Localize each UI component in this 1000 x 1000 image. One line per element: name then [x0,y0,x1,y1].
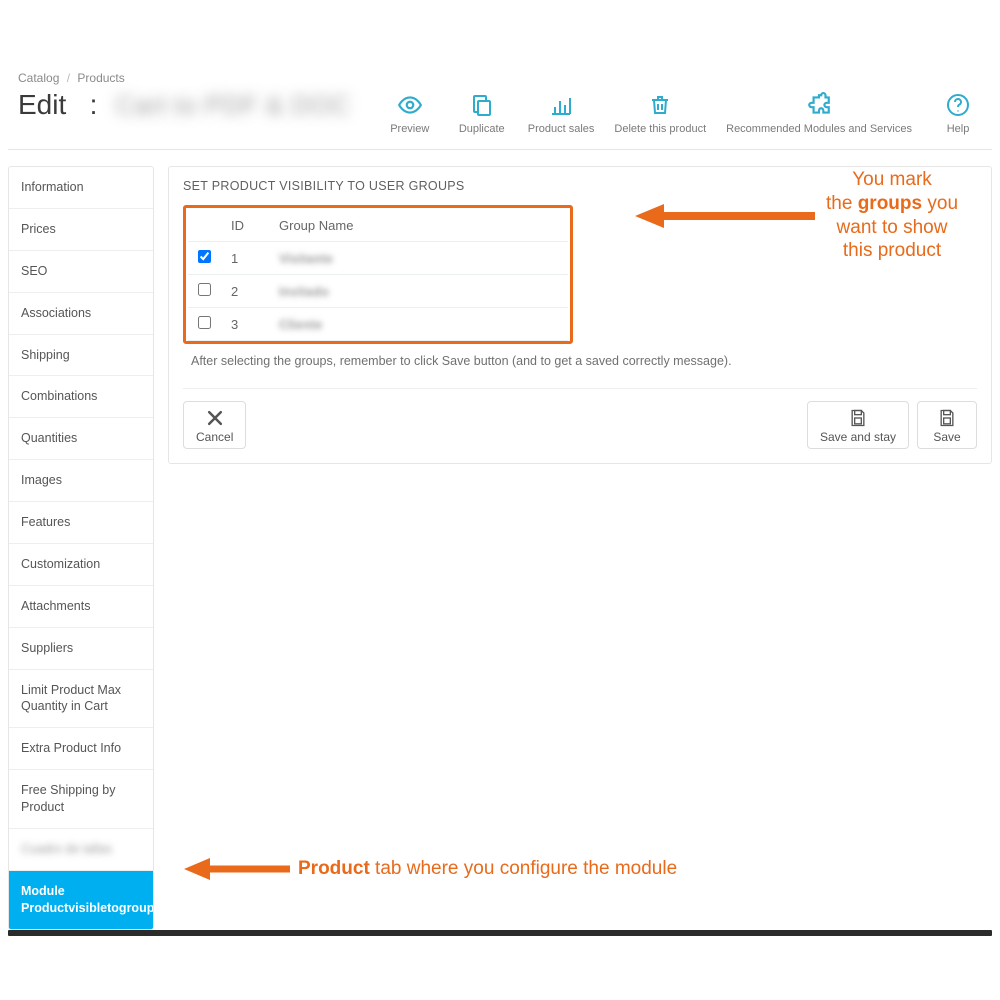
tab-information[interactable]: Information [9,167,153,209]
panel-action-bar: Cancel Save and stay Save [183,388,977,449]
browser-chrome-placeholder [0,0,1000,65]
page-header: Edit : Cart to PDF & DOC Preview Duplica… [8,89,992,150]
close-icon [205,408,225,428]
annotation-groups: You mark the groups you want to show thi… [630,168,990,263]
duplicate-button[interactable]: Duplicate [456,91,508,135]
frame-bottom-strip [8,930,992,936]
tab-shipping[interactable]: Shipping [9,335,153,377]
recommended-modules-button[interactable]: Recommended Modules and Services [726,91,912,135]
tab-quantities[interactable]: Quantities [9,418,153,460]
table-header-row: ID Group Name [188,210,568,242]
product-sales-button[interactable]: Product sales [528,91,595,135]
help-button[interactable]: Help [932,91,984,135]
hint-text: After selecting the groups, remember to … [191,354,975,368]
annotation-product-tab: Product tab where you configure the modu… [182,856,677,882]
bar-chart-icon [547,91,575,119]
button-label: Cancel [196,430,233,444]
tab-prices[interactable]: Prices [9,209,153,251]
breadcrumb-leaf[interactable]: Products [77,71,124,85]
puzzle-icon [805,91,833,119]
group-checkbox[interactable] [198,283,211,296]
col-id: ID [221,210,269,242]
toolbar-label: Delete this product [614,123,706,135]
tab-size-chart-blurred[interactable]: Cuadro de tallas [9,829,153,871]
main-panel-area: Set product visibility to user groups ID… [168,166,992,930]
group-id: 3 [221,308,269,341]
save-and-stay-button[interactable]: Save and stay [807,401,909,449]
group-name-blurred: Cliente [279,317,322,332]
breadcrumb-separator: / [67,71,70,85]
toolbar-label: Product sales [528,123,595,135]
toolbar-label: Help [947,123,970,135]
group-name-blurred: Visitante [279,251,333,266]
tab-limit-max-qty[interactable]: Limit Product Max Quantity in Cart [9,670,153,729]
tab-combinations[interactable]: Combinations [9,376,153,418]
delete-product-button[interactable]: Delete this product [614,91,706,135]
toolbar-label: Duplicate [459,123,505,135]
table-row: 3 Cliente [188,308,568,341]
table-row: 1 Visitante [188,242,568,275]
tab-suppliers[interactable]: Suppliers [9,628,153,670]
group-checkbox[interactable] [198,316,211,329]
groups-table-highlight: ID Group Name 1 Visitante [183,205,573,344]
page-title: Edit : Cart to PDF & DOC [18,89,351,121]
group-name-blurred: Invitado [279,284,329,299]
tab-customization[interactable]: Customization [9,544,153,586]
arrow-left-icon [630,201,820,231]
app-frame: Catalog / Products Edit : Cart to PDF & … [0,65,1000,942]
button-label: Save and stay [820,430,896,444]
col-checkbox [188,210,221,242]
col-group-name: Group Name [269,210,568,242]
tab-extra-product-info[interactable]: Extra Product Info [9,728,153,770]
toolbar: Preview Duplicate Product sales Delete t… [384,91,984,135]
arrow-left-icon [182,856,292,882]
save-button[interactable]: Save [917,401,977,449]
toolbar-label: Preview [390,123,429,135]
breadcrumb: Catalog / Products [8,65,992,89]
annotation-text: Product tab where you configure the modu… [298,857,677,881]
eye-icon [396,91,424,119]
trash-icon [646,91,674,119]
edit-label: Edit : [18,89,97,121]
floppy-icon [937,408,957,428]
tab-seo[interactable]: SEO [9,251,153,293]
tab-free-shipping[interactable]: Free Shipping by Product [9,770,153,829]
tab-features[interactable]: Features [9,502,153,544]
copy-icon [468,91,496,119]
table-row: 2 Invitado [188,275,568,308]
content-area: Information Prices SEO Associations Ship… [8,166,992,930]
preview-button[interactable]: Preview [384,91,436,135]
group-id: 2 [221,275,269,308]
toolbar-label: Recommended Modules and Services [726,123,912,135]
groups-table: ID Group Name 1 Visitante [188,210,568,341]
floppy-icon [848,408,868,428]
tab-module-productvisibletogroup[interactable]: Module Productvisibletogroup [9,871,153,929]
tab-images[interactable]: Images [9,460,153,502]
product-name-blurred: Cart to PDF & DOC [115,90,350,121]
button-label: Save [933,430,960,444]
help-icon [944,91,972,119]
tab-associations[interactable]: Associations [9,293,153,335]
tab-attachments[interactable]: Attachments [9,586,153,628]
product-tabs-sidebar: Information Prices SEO Associations Ship… [8,166,154,930]
breadcrumb-root[interactable]: Catalog [18,71,59,85]
annotation-text: You mark the groups you want to show thi… [826,168,958,263]
group-id: 1 [221,242,269,275]
cancel-button[interactable]: Cancel [183,401,246,449]
group-checkbox[interactable] [198,250,211,263]
